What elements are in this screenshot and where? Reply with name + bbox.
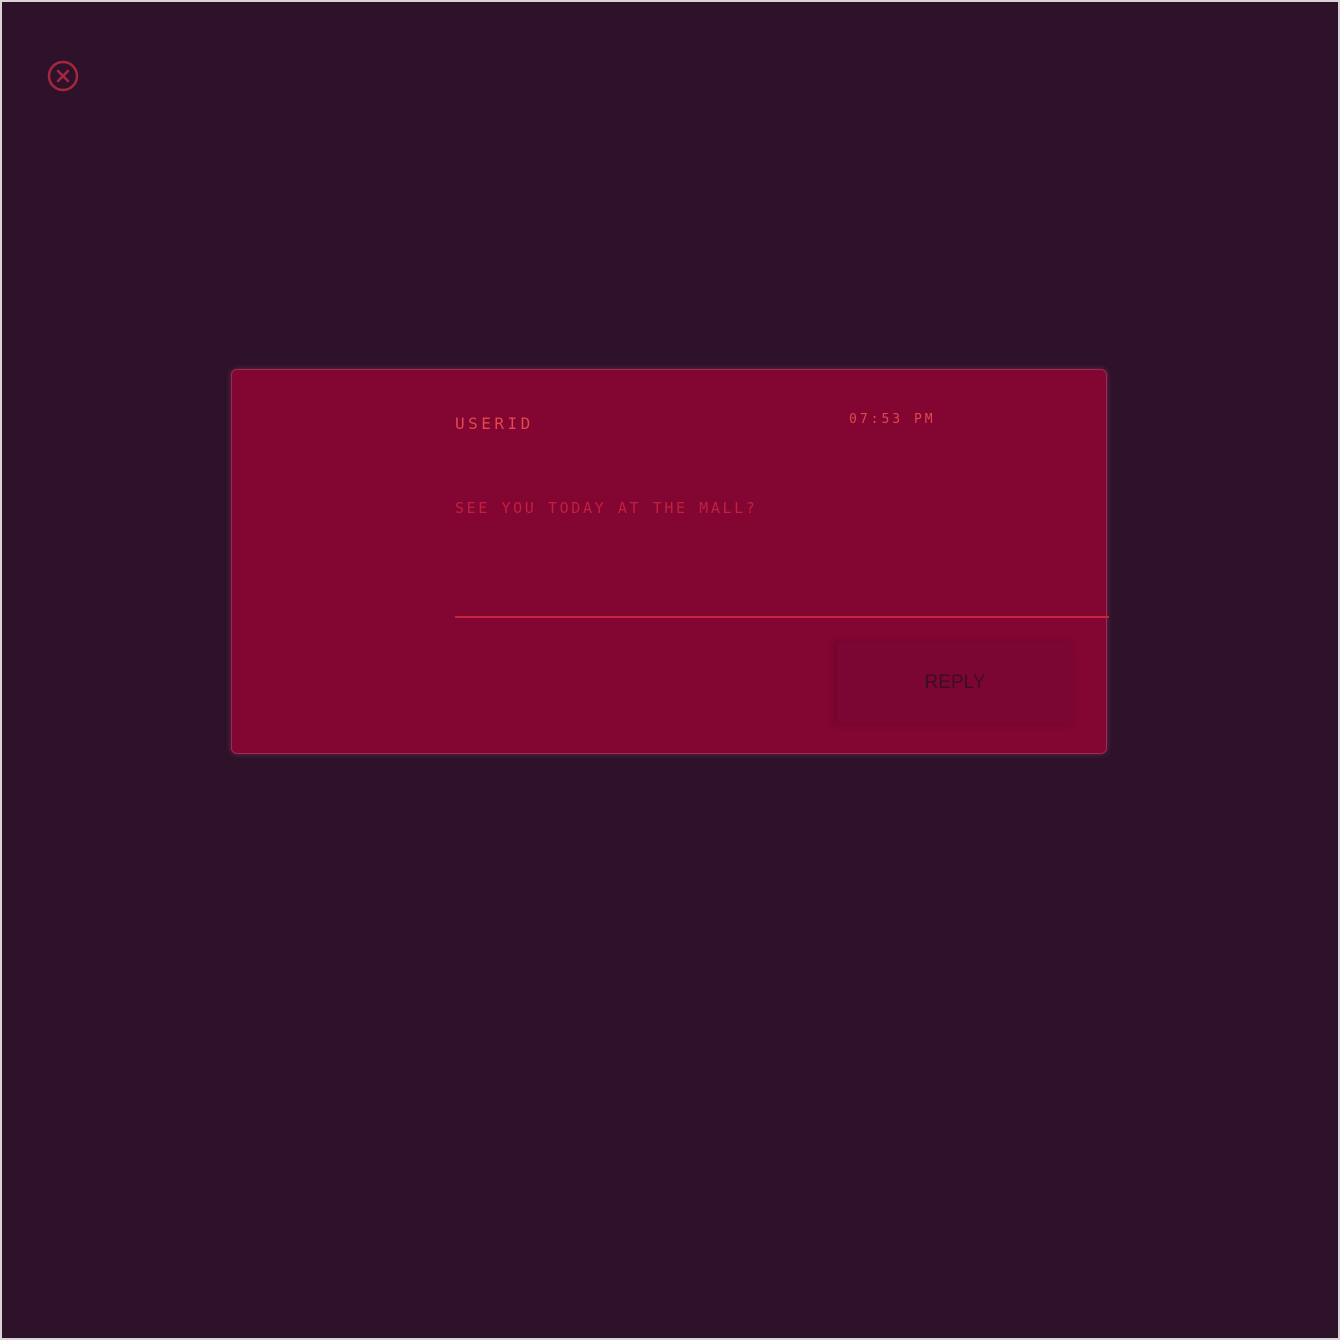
message-card: USERID 07:53 PM SEE YOU TODAY AT THE MAL… [231, 369, 1109, 754]
reply-button[interactable]: REPLY [837, 643, 1073, 723]
user-id: USERID [455, 414, 534, 433]
message-timestamp: 07:53 PM [849, 412, 936, 427]
divider [455, 616, 1109, 618]
message-text: SEE YOU TODAY AT THE MALL? [455, 499, 758, 517]
close-button[interactable] [47, 60, 79, 92]
close-circle-icon [47, 60, 79, 92]
